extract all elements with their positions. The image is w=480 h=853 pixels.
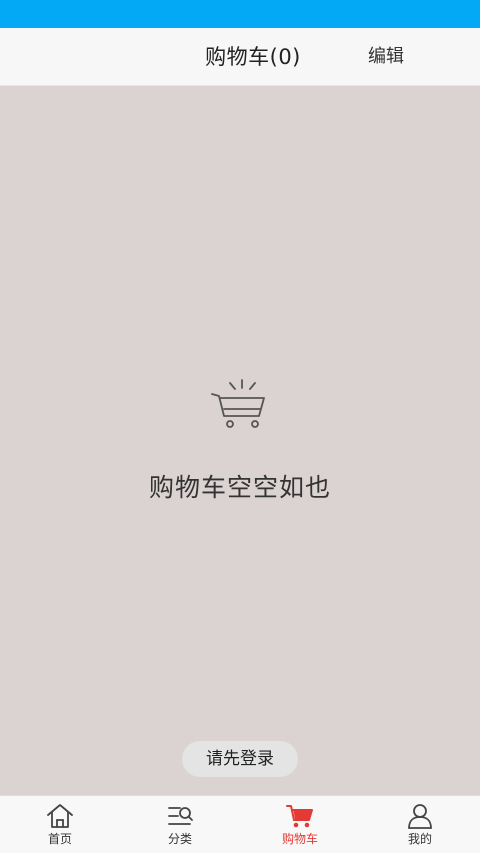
login-button[interactable]: 请先登录 bbox=[182, 741, 298, 777]
tab-cart[interactable]: 购物车 bbox=[240, 796, 360, 853]
tab-label-cart: 购物车 bbox=[281, 832, 318, 846]
home-icon bbox=[47, 804, 73, 828]
tab-home[interactable]: 首页 bbox=[0, 796, 120, 853]
category-search-icon bbox=[168, 807, 193, 825]
cart-icon bbox=[286, 805, 313, 828]
bottom-tab-bar: 首页 分类 购物车 我的 bbox=[0, 795, 480, 853]
app-root: 购物车(0) 编辑 购物车空空如也 请先登录 首页 分类 购物车 我的 bbox=[0, 0, 480, 853]
empty-cart-icon bbox=[211, 379, 265, 428]
user-icon bbox=[408, 804, 432, 829]
tab-label-home: 首页 bbox=[47, 832, 72, 846]
empty-cart-message: 购物车空空如也 bbox=[148, 473, 331, 502]
status-bar bbox=[0, 0, 480, 28]
header: 购物车(0) 编辑 bbox=[0, 28, 480, 86]
tab-label-category: 分类 bbox=[167, 832, 192, 846]
tab-profile[interactable]: 我的 bbox=[360, 796, 480, 853]
cart-content: 购物车空空如也 请先登录 bbox=[0, 86, 480, 795]
page-title: 购物车(0) bbox=[205, 45, 301, 69]
tab-category[interactable]: 分类 bbox=[120, 796, 240, 853]
tab-label-profile: 我的 bbox=[407, 832, 432, 846]
edit-button[interactable]: 编辑 bbox=[368, 28, 404, 86]
